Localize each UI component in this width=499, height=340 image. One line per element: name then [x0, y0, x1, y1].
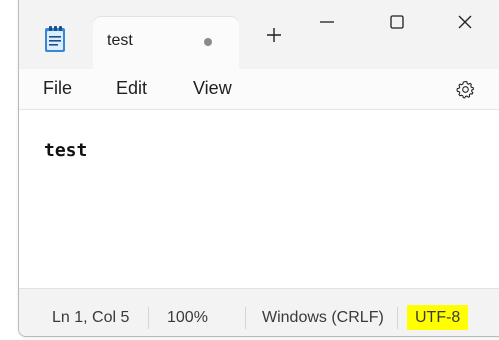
maximize-icon[interactable]: [385, 10, 409, 34]
menu-bar: File Edit View: [19, 69, 499, 110]
cursor-position[interactable]: Ln 1, Col 5: [52, 309, 129, 327]
encoding[interactable]: UTF-8: [407, 305, 469, 330]
notepad-window: test File Edit View test Ln 1, Col 5 100…: [18, 0, 499, 337]
notepad-icon: [45, 26, 65, 52]
menu-view[interactable]: View: [191, 78, 234, 99]
menu-edit[interactable]: Edit: [114, 78, 149, 99]
status-divider: [245, 307, 246, 329]
plus-icon[interactable]: [262, 23, 286, 47]
status-divider: [397, 307, 398, 329]
line-ending[interactable]: Windows (CRLF): [262, 309, 384, 327]
tab-title: test: [107, 32, 133, 49]
tab-test[interactable]: test: [93, 17, 239, 69]
zoom-level[interactable]: 100%: [167, 309, 208, 327]
close-icon[interactable]: [453, 10, 477, 34]
menu-file[interactable]: File: [41, 78, 74, 99]
status-divider: [148, 307, 149, 329]
text-editor[interactable]: test: [19, 110, 499, 286]
gear-icon[interactable]: [455, 79, 476, 100]
status-bar: Ln 1, Col 5 100% Windows (CRLF) UTF-8: [19, 288, 499, 336]
title-bar[interactable]: test: [19, 0, 499, 69]
minimize-icon[interactable]: [315, 10, 339, 34]
editor-content[interactable]: test: [44, 140, 87, 161]
unsaved-dot-icon[interactable]: [204, 38, 212, 46]
